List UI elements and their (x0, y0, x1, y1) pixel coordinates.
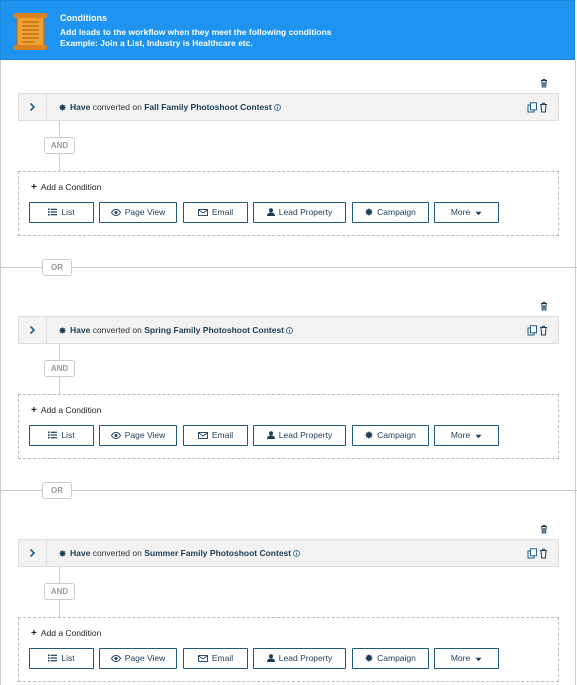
more-button[interactable]: More (434, 425, 499, 446)
trash-icon[interactable] (540, 548, 547, 559)
list-button[interactable]: List (29, 425, 94, 446)
condition-text: Have converted on Fall Family Photoshoot… (59, 102, 281, 112)
expand-toggle[interactable] (19, 540, 47, 566)
chevron-right-icon (29, 325, 36, 335)
user-icon (266, 208, 275, 216)
list-button[interactable]: List (29, 202, 94, 223)
envelope-icon (197, 655, 208, 662)
condition-text: Have converted on Spring Family Photosho… (59, 325, 293, 335)
caret-down-icon (475, 211, 482, 216)
condition-verb: Have (70, 325, 91, 335)
add-condition-label[interactable]: + Add a Condition (31, 405, 101, 416)
condition-row[interactable]: Have converted on Spring Family Photosho… (18, 316, 559, 344)
or-badge: OR (42, 259, 72, 276)
eye-icon (110, 209, 121, 216)
info-icon[interactable] (286, 327, 293, 334)
caret-down-icon (475, 657, 482, 662)
trash-icon[interactable] (540, 325, 547, 336)
page-view-button[interactable]: Page View (99, 648, 177, 669)
and-badge: AND (44, 583, 75, 600)
copy-icon[interactable] (527, 102, 537, 113)
plus-icon: + (31, 628, 37, 639)
row-actions (527, 102, 547, 113)
more-button[interactable]: More (434, 648, 499, 669)
campaign-icon (365, 431, 374, 439)
condition-verb: Have (70, 102, 91, 112)
or-divider (1, 267, 577, 268)
header-title: Conditions (60, 13, 107, 23)
page-view-button[interactable]: Page View (99, 202, 177, 223)
email-button[interactable]: Email (183, 202, 248, 223)
and-badge: AND (44, 137, 75, 154)
trash-icon[interactable] (540, 102, 547, 113)
copy-icon[interactable] (527, 325, 537, 336)
campaign-dot-icon (59, 550, 66, 557)
condition-row[interactable]: Have converted on Summer Family Photosho… (18, 539, 559, 567)
list-icon (48, 431, 58, 439)
campaign-icon (365, 654, 374, 662)
copy-icon[interactable] (527, 548, 537, 559)
page-view-button[interactable]: Page View (99, 425, 177, 446)
trash-icon[interactable] (539, 524, 549, 534)
chevron-right-icon (29, 102, 36, 112)
email-button[interactable]: Email (183, 425, 248, 446)
header-example: Example: Join a List, Industry is Health… (60, 38, 253, 48)
email-button[interactable]: Email (183, 648, 248, 669)
lead-property-button[interactable]: Lead Property (253, 648, 346, 669)
conditions-header: Conditions Add leads to the workflow whe… (0, 0, 575, 60)
condition-verb: Have (70, 548, 91, 558)
eye-icon (110, 432, 121, 439)
add-condition-box: + Add a Condition List Page View Email Le… (18, 171, 559, 236)
header-subtitle: Add leads to the workflow when they meet… (60, 27, 332, 37)
or-divider (1, 490, 577, 491)
add-condition-label[interactable]: + Add a Condition (31, 182, 101, 193)
campaign-button[interactable]: Campaign (352, 648, 429, 669)
condition-target[interactable]: Spring Family Photoshoot Contest (144, 325, 284, 335)
user-icon (266, 431, 275, 439)
expand-toggle[interactable] (19, 94, 47, 120)
eye-icon (110, 655, 121, 662)
scroll-document-icon (14, 13, 47, 50)
condition-target[interactable]: Summer Family Photoshoot Contest (144, 548, 291, 558)
campaign-button[interactable]: Campaign (352, 202, 429, 223)
trash-icon[interactable] (539, 301, 549, 311)
list-icon (48, 654, 58, 662)
add-condition-label[interactable]: + Add a Condition (31, 628, 101, 639)
chevron-right-icon (29, 548, 36, 558)
lead-property-button[interactable]: Lead Property (253, 425, 346, 446)
list-button[interactable]: List (29, 648, 94, 669)
row-actions (527, 548, 547, 559)
campaign-icon (365, 208, 374, 216)
more-button[interactable]: More (434, 202, 499, 223)
plus-icon: + (31, 405, 37, 416)
condition-text: Have converted on Summer Family Photosho… (59, 548, 300, 558)
condition-action: converted on (92, 325, 142, 335)
user-icon (266, 654, 275, 662)
campaign-dot-icon (59, 104, 66, 111)
lead-property-button[interactable]: Lead Property (253, 202, 346, 223)
trash-icon[interactable] (539, 78, 549, 88)
envelope-icon (197, 209, 208, 216)
condition-target[interactable]: Fall Family Photoshoot Contest (144, 102, 272, 112)
campaign-dot-icon (59, 327, 66, 334)
condition-row[interactable]: Have converted on Fall Family Photoshoot… (18, 93, 559, 121)
or-badge: OR (42, 482, 72, 499)
add-condition-box: + Add a Condition List Page View Email Le… (18, 617, 559, 682)
condition-action: converted on (92, 102, 142, 112)
info-icon[interactable] (273, 104, 281, 111)
row-actions (527, 325, 547, 336)
expand-toggle[interactable] (19, 317, 47, 343)
condition-action: converted on (92, 548, 142, 558)
and-badge: AND (44, 360, 75, 377)
info-icon[interactable] (293, 550, 300, 557)
campaign-button[interactable]: Campaign (352, 425, 429, 446)
plus-icon: + (31, 182, 37, 193)
envelope-icon (197, 432, 208, 439)
add-condition-box: + Add a Condition List Page View Email Le… (18, 394, 559, 459)
conditions-panel: Have converted on Fall Family Photoshoot… (0, 60, 577, 685)
caret-down-icon (475, 434, 482, 439)
list-icon (48, 208, 58, 216)
